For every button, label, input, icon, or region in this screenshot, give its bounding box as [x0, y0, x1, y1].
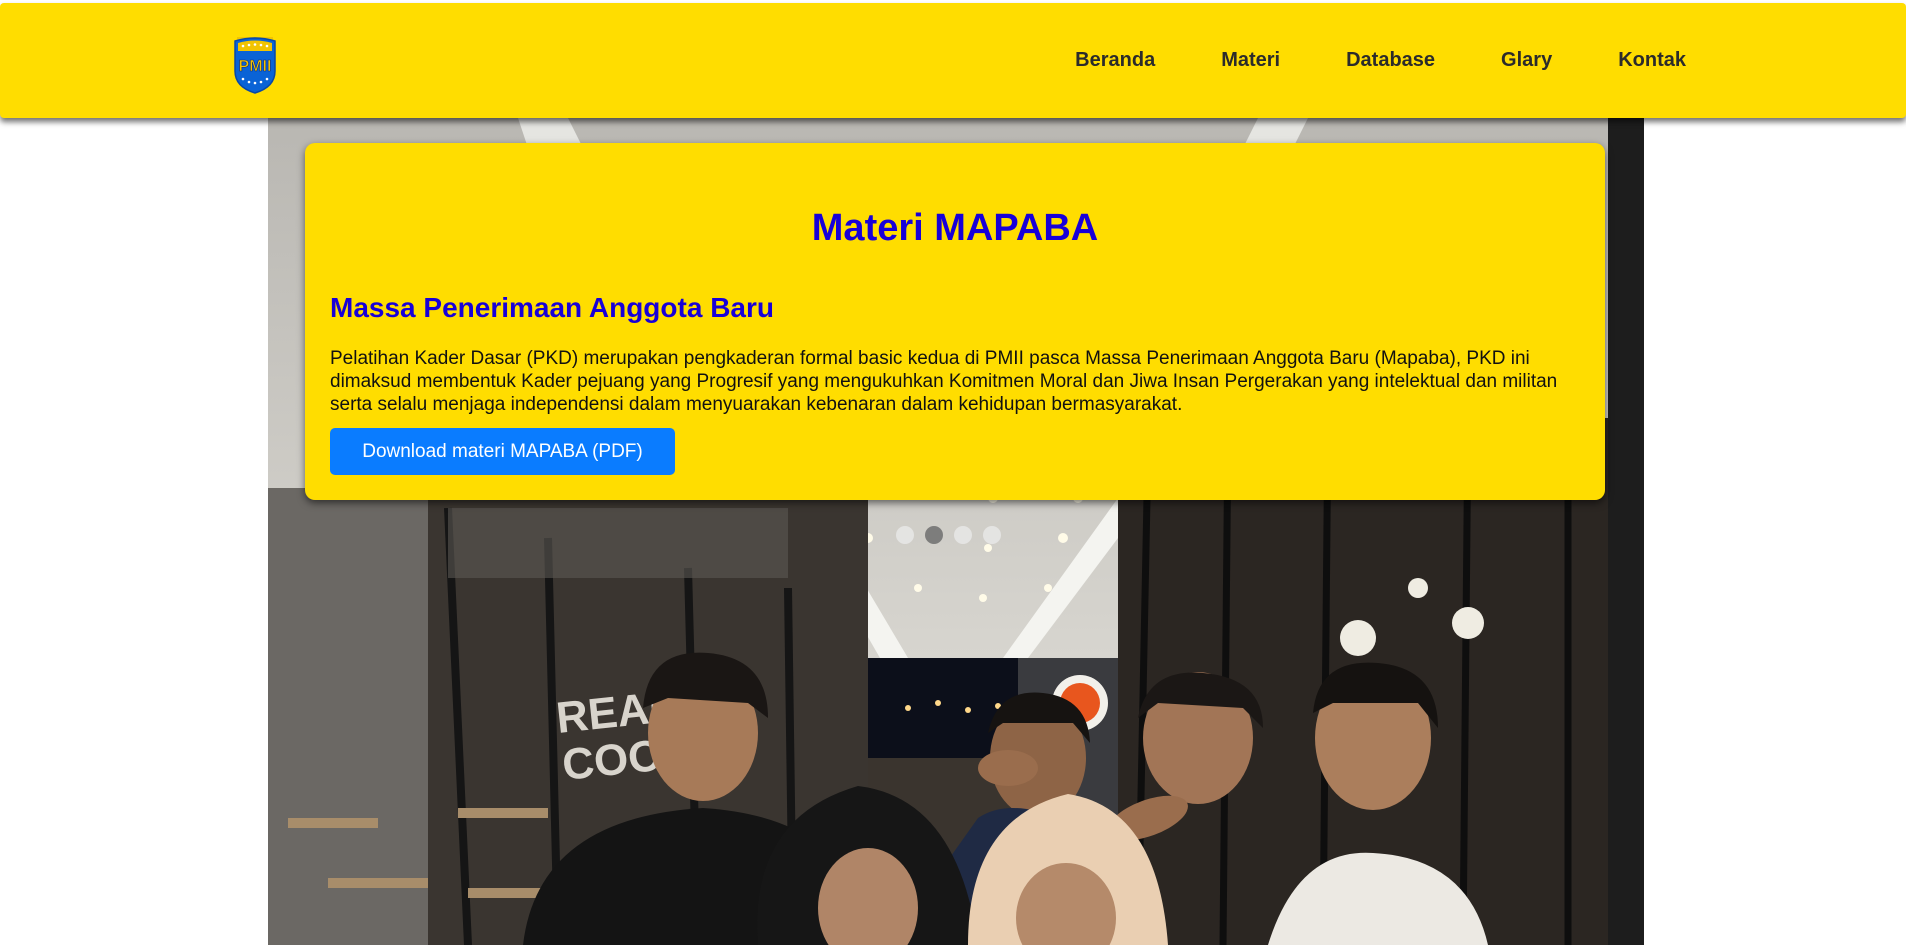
card-subtitle: Massa Penerimaan Anggota Baru: [330, 292, 774, 323]
carousel-dot[interactable]: [896, 526, 914, 544]
site-header: PMII Beranda Materi Database Glary Konta…: [0, 3, 1906, 118]
carousel-indicators: [896, 526, 1012, 544]
page-title: Materi MAPABA: [811, 207, 1099, 249]
materi-card: Materi MAPABA Massa Penerimaan Anggota B…: [305, 143, 1605, 500]
nav-materi[interactable]: Materi: [1221, 49, 1280, 72]
nav-glary[interactable]: Glary: [1501, 49, 1552, 72]
nav-kontak[interactable]: Kontak: [1618, 49, 1686, 72]
download-pdf-button[interactable]: Download materi MAPABA (PDF): [330, 428, 675, 475]
main-nav: Beranda Materi Database Glary Kontak: [1075, 3, 1686, 118]
pmii-logo-icon[interactable]: PMII: [229, 31, 281, 95]
logo-text: PMII: [239, 58, 272, 75]
nav-beranda[interactable]: Beranda: [1075, 49, 1155, 72]
nav-database[interactable]: Database: [1346, 49, 1435, 72]
carousel-dot[interactable]: [983, 526, 1001, 544]
card-description: Pelatihan Kader Dasar (PKD) merupakan pe…: [330, 348, 1558, 415]
carousel-dot[interactable]: [925, 526, 943, 544]
carousel-dot[interactable]: [954, 526, 972, 544]
